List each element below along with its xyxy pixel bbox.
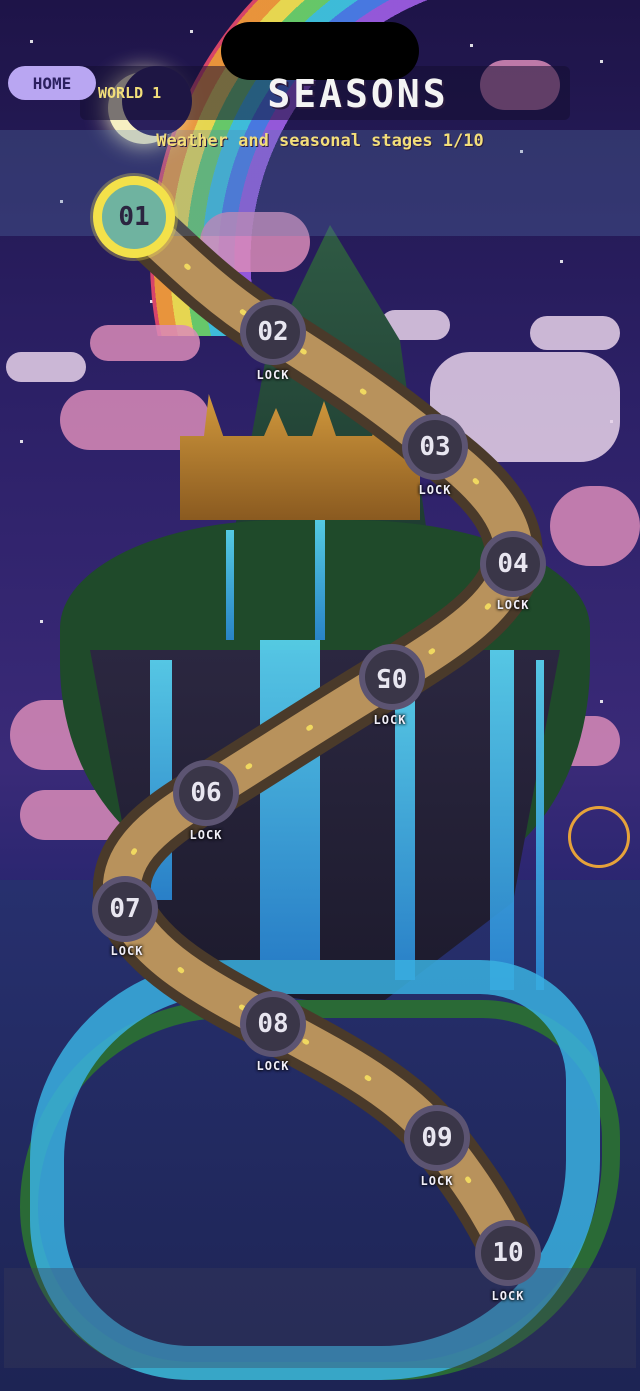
stage-lock-label: LOCK — [491, 1289, 525, 1303]
stage-node-01[interactable]: 01 — [93, 176, 175, 258]
game-scene: 01 02 LOCK 03 LOCK 04 LOCK 05 LOCK 06 LO… — [0, 0, 640, 1391]
stage-lock-label: LOCK — [189, 828, 223, 842]
stage-node-08[interactable]: 08 — [240, 991, 306, 1057]
stage-number: 05 — [376, 662, 408, 692]
stage-node-07[interactable]: 07 — [92, 876, 158, 942]
stage-node-10[interactable]: 10 — [475, 1220, 541, 1286]
stage-node-05[interactable]: 05 — [359, 644, 425, 710]
stage-node-03[interactable]: 03 — [402, 414, 468, 480]
bottom-band — [4, 1268, 636, 1368]
stage-lock-label: LOCK — [110, 944, 144, 958]
stage-progress-subtitle: Weather and seasonal stages 1/10 — [156, 131, 484, 151]
stage-lock-label: LOCK — [420, 1174, 454, 1188]
stage-node-04[interactable]: 04 — [480, 531, 546, 597]
stage-node-06[interactable]: 06 — [173, 760, 239, 826]
stage-lock-label: LOCK — [418, 483, 452, 497]
stage-node-09[interactable]: 09 — [404, 1105, 470, 1171]
stage-lock-label: LOCK — [256, 368, 290, 382]
stage-lock-label: LOCK — [256, 1059, 290, 1073]
page-title: SEASONS — [267, 72, 449, 116]
stage-lock-label: LOCK — [373, 713, 407, 727]
stage-node-02[interactable]: 02 — [240, 299, 306, 365]
stage-lock-label: LOCK — [496, 598, 530, 612]
